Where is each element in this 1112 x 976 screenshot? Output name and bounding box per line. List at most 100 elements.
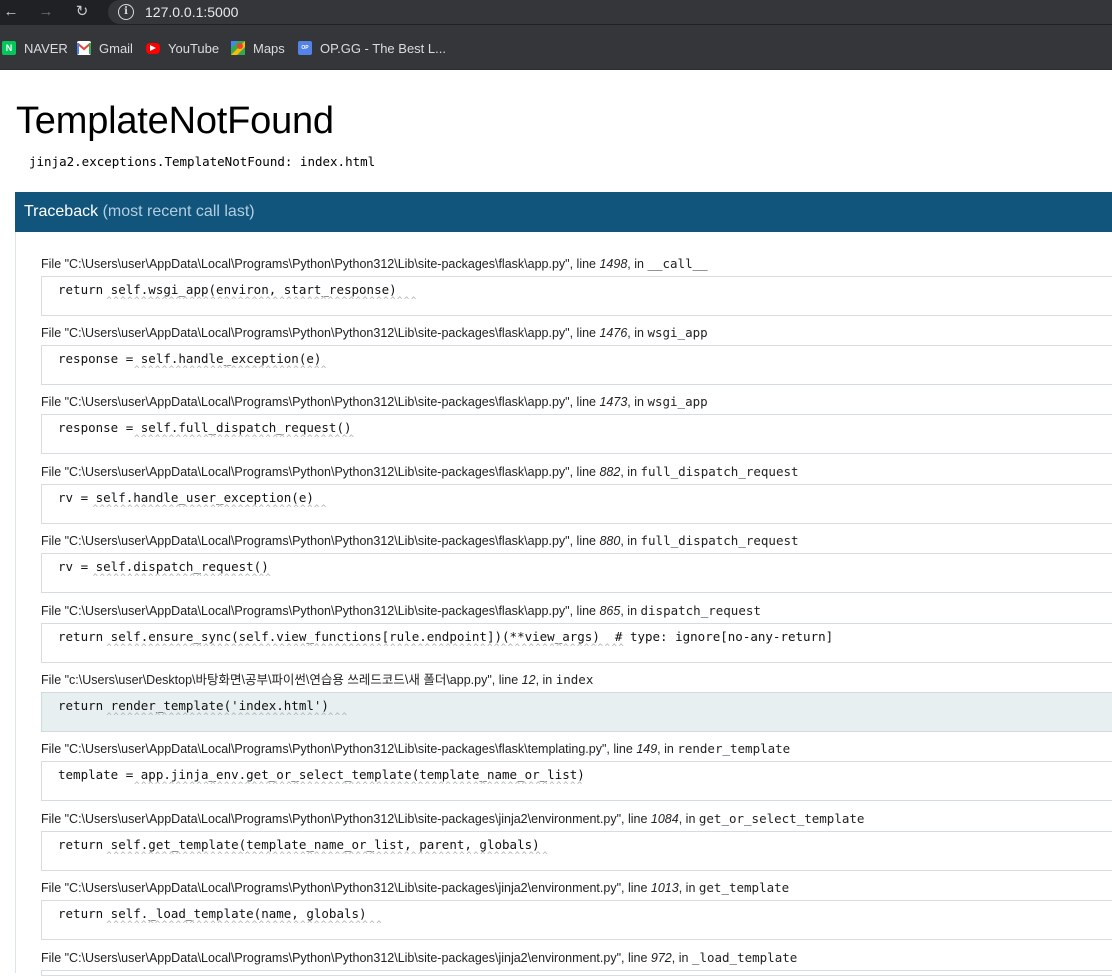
source-code: return self.get_template(template_name_o… (58, 837, 540, 852)
back-arrow-icon[interactable]: ← (1, 2, 21, 22)
source-box[interactable]: rv = self.handle_user_exception(e) ^^^^^… (41, 484, 1112, 524)
in-label: , in (620, 465, 641, 479)
frame-file-line: File "C:\Users\user\AppData\Local\Progra… (41, 602, 1112, 620)
caret-underline: ^^^^^^^^^^^^^^^^^^^^^^^^^^^^ (58, 365, 328, 375)
function-name: full_dispatch_request (640, 533, 799, 548)
caret-underline: ^^^^^^^^^^^^^^^^^^^^^^^^^^^^^^^^^^^^^^^^… (58, 851, 550, 861)
line-label: , line (606, 742, 637, 756)
file-label: File (41, 673, 65, 687)
bookmark-naver[interactable]: N NAVER (2, 39, 68, 57)
info-icon[interactable]: i (118, 4, 134, 20)
function-name: wsgi_app (647, 325, 708, 340)
line-number: 882 (599, 465, 621, 479)
in-label: , in (671, 951, 692, 965)
bookmark-label: Gmail (99, 40, 133, 56)
source-box[interactable]: return self._load_template(name, globals… (41, 900, 1112, 940)
frame-file-line: File "C:\Users\user\AppData\Local\Progra… (41, 879, 1112, 897)
line-label: , line (621, 881, 651, 895)
line-number: 865 (599, 604, 621, 618)
traceback-frame: File "C:\Users\user\AppData\Local\Progra… (41, 532, 1112, 593)
frame-file-line: File "C:\Users\user\AppData\Local\Progra… (41, 463, 1112, 481)
in-label: , in (678, 812, 699, 826)
line-label: , line (621, 951, 651, 965)
source-code: response = self.handle_exception(e) (58, 351, 322, 366)
url-text[interactable]: 127.0.0.1:5000 (145, 3, 238, 21)
gmail-icon (77, 41, 91, 55)
forward-arrow-icon[interactable]: → (36, 2, 56, 22)
traceback-frame: File "C:\Users\user\AppData\Local\Progra… (41, 463, 1112, 524)
bookmark-maps[interactable]: Maps (231, 39, 285, 57)
line-number: 880 (599, 534, 621, 548)
bookmark-label: Maps (253, 40, 285, 56)
browser-toolbar: ← → ↻ i 127.0.0.1:5000 (0, 0, 1112, 25)
source-code: return self.wsgi_app(environ, start_resp… (58, 282, 397, 297)
source-box[interactable]: return self.ensure_sync(self.view_functi… (41, 623, 1112, 663)
source-box[interactable]: template = app.jinja_env.get_or_select_t… (41, 761, 1112, 801)
file-path: "C:\Users\user\AppData\Local\Programs\Py… (64, 812, 622, 826)
traceback-frame: File "C:\Users\user\AppData\Local\Progra… (41, 602, 1112, 663)
caret-underline: ^^^^^^^^^^^^^^^^^^^^^^^^^^^^^^^^^^^^^^^^… (58, 781, 584, 791)
bookmark-label: NAVER (24, 40, 68, 56)
address-bar[interactable]: i 127.0.0.1:5000 (108, 0, 1112, 24)
youtube-icon (146, 42, 160, 54)
caret-underline: ^^^^^^^^^^^^^^^^^^^^^^^^^^ (58, 573, 273, 583)
source-box[interactable]: response = self.handle_exception(e) ^^^^… (41, 345, 1112, 385)
in-label: , in (535, 673, 556, 687)
file-path: "c:\Users\user\Desktop\바탕화면\공부\파이썬\연습용 쓰… (64, 673, 492, 687)
line-label: , line (569, 465, 600, 479)
file-path: "C:\Users\user\AppData\Local\Programs\Py… (64, 604, 570, 618)
traceback-header: Traceback (most recent call last) (15, 192, 1112, 232)
bookmark-label: YouTube (168, 40, 220, 56)
file-path: "C:\Users\user\AppData\Local\Programs\Py… (64, 951, 622, 965)
function-name: get_or_select_template (698, 811, 865, 826)
opgg-icon: OP (298, 41, 312, 55)
source-box[interactable]: return self.get_template(template_name_o… (41, 831, 1112, 871)
frame-file-line: File "C:\Users\user\AppData\Local\Progra… (41, 810, 1112, 828)
source-box[interactable] (41, 970, 1112, 976)
bookmark-label: OP.GG - The Best L... (320, 40, 446, 56)
frame-file-line: File "c:\Users\user\Desktop\바탕화면\공부\파이썬\… (41, 671, 1112, 689)
in-label: , in (620, 604, 641, 618)
traceback-frame: File "C:\Users\user\AppData\Local\Progra… (41, 255, 1112, 316)
reload-icon[interactable]: ↻ (72, 2, 92, 22)
file-label: File (41, 534, 65, 548)
bookmarks-bar: N NAVER Gmail YouTube Maps OP OP.GG - Th… (0, 25, 1112, 70)
caret-underline: ^^^^^^^^^^^^^^^^^^^^^^^^^^^^^^^^ (58, 434, 356, 444)
frame-file-line: File "C:\Users\user\AppData\Local\Progra… (41, 393, 1112, 411)
source-code: rv = self.dispatch_request() (58, 559, 269, 574)
function-name: index (555, 672, 594, 687)
file-label: File (41, 395, 65, 409)
line-number: 1013 (650, 881, 679, 895)
bookmark-youtube[interactable]: YouTube (146, 39, 219, 57)
function-name: get_template (698, 880, 790, 895)
source-box[interactable]: rv = self.dispatch_request() ^^^^^^^^^^^… (41, 553, 1112, 593)
caret-underline: ^^^^^^^^^^^^^^^^^^^^^^^^^^^^^^^^^^^^^^^^ (58, 920, 384, 930)
bookmark-gmail[interactable]: Gmail (77, 39, 133, 57)
source-box[interactable]: return self.wsgi_app(environ, start_resp… (41, 276, 1112, 316)
traceback-frame-current: File "c:\Users\user\Desktop\바탕화면\공부\파이썬\… (41, 671, 1112, 732)
source-box[interactable]: response = self.full_dispatch_request() … (41, 414, 1112, 454)
traceback-frame: File "C:\Users\user\AppData\Local\Progra… (41, 810, 1112, 871)
line-label: , line (569, 604, 600, 618)
line-label: , line (569, 534, 600, 548)
bookmark-opgg[interactable]: OP OP.GG - The Best L... (298, 39, 446, 57)
file-path: "C:\Users\user\AppData\Local\Programs\Py… (64, 395, 570, 409)
file-path: "C:\Users\user\AppData\Local\Programs\Py… (64, 257, 570, 271)
file-path: "C:\Users\user\AppData\Local\Programs\Py… (64, 534, 570, 548)
frame-file-line: File "C:\Users\user\AppData\Local\Progra… (41, 740, 1112, 758)
frame-file-line: File "C:\Users\user\AppData\Local\Progra… (41, 324, 1112, 342)
line-number: 1473 (599, 395, 628, 409)
file-label: File (41, 257, 65, 271)
file-label: File (41, 812, 65, 826)
frame-file-line: File "C:\Users\user\AppData\Local\Progra… (41, 255, 1112, 273)
source-code: template = app.jinja_env.get_or_select_t… (58, 767, 585, 782)
source-box[interactable]: return render_template('index.html') ^^^… (41, 692, 1112, 732)
line-label: , line (491, 673, 522, 687)
function-name: render_template (677, 741, 791, 756)
line-number: 1084 (650, 812, 679, 826)
function-name: __call__ (647, 256, 708, 271)
frame-file-line: File "C:\Users\user\AppData\Local\Progra… (41, 949, 1112, 967)
file-label: File (41, 881, 65, 895)
caret-underline: ^^^^^^^^^^^^^^^^^^^^^^^^^^^^^^^^^^ (58, 504, 328, 514)
caret-underline: ^^^^^^^^^^^^^^^^^^^^^^^^^^^^^^^^^^^ (58, 712, 349, 722)
